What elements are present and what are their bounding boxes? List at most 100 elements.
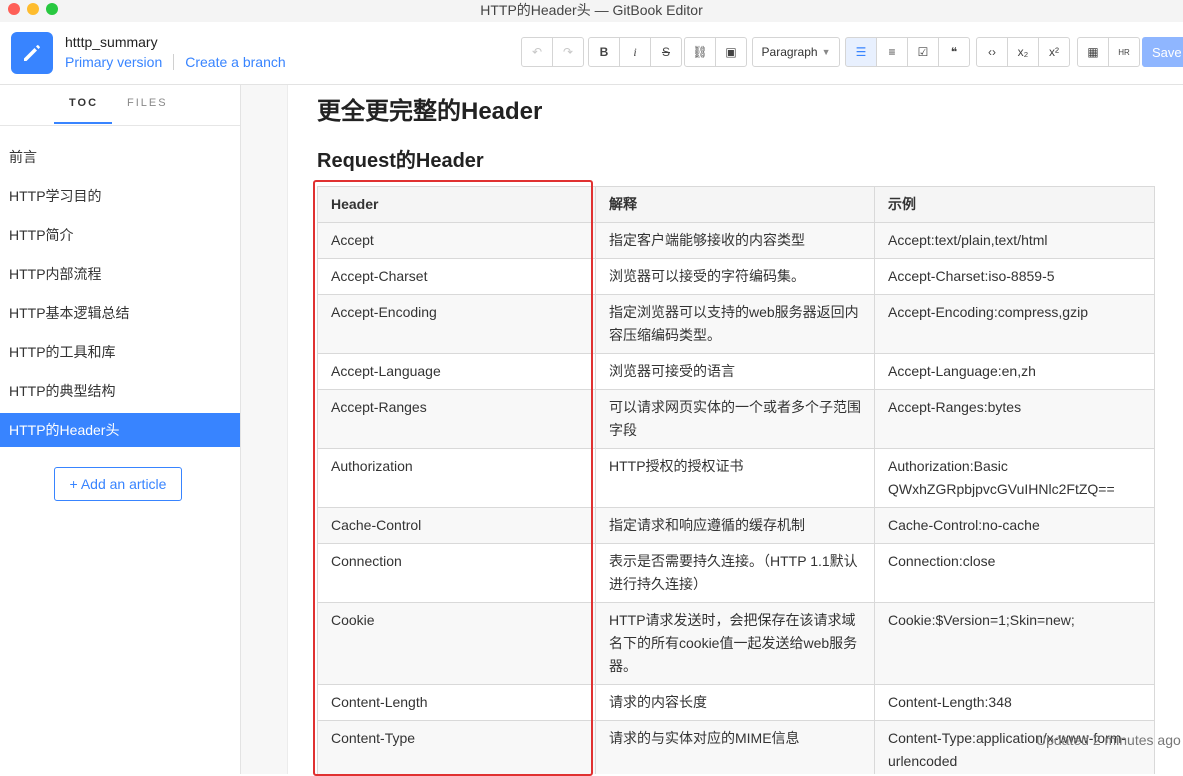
code-group: ‹› x₂ x² [976, 37, 1070, 67]
code-icon[interactable]: ‹› [976, 37, 1008, 67]
status-updated: Updated 2 minutes ago [1036, 732, 1181, 748]
table-header-cell[interactable]: Header [317, 186, 596, 223]
link-icon[interactable]: ⛓ [684, 37, 716, 67]
table-cell[interactable]: HTTP请求发送时，会把保存在该请求域名下的所有cookie值一起发送给web服… [595, 602, 875, 685]
table-cell[interactable]: 请求的内容长度 [595, 684, 875, 721]
toc-item-selected[interactable]: HTTP的Header头 [0, 413, 240, 447]
insert-group: ⛓ ▣ [684, 37, 747, 67]
table-cell[interactable]: 指定浏览器可以支持的web服务器返回内容压缩编码类型。 [595, 294, 875, 354]
table-cell[interactable]: Accept-Charset [317, 258, 596, 295]
table-row: Cookie HTTP请求发送时，会把保存在该请求域名下的所有cookie值一起发… [317, 602, 1155, 685]
table-cell[interactable]: Accept [317, 222, 596, 259]
table-row: Accept 指定客户端能够接收的内容类型 Accept:text/plain,te… [317, 222, 1155, 259]
table-row: Connection 表示是否需要持久连接。（HTTP 1.1默认进行持久连接） C… [317, 543, 1155, 603]
table-cell[interactable]: Content-Type [317, 720, 596, 774]
table-cell[interactable]: Content-Length:348 [874, 684, 1155, 721]
table-cell[interactable]: Cache-Control:no-cache [874, 507, 1155, 544]
tab-files[interactable]: FILES [127, 97, 168, 109]
table-cell[interactable]: Accept-Encoding:compress,gzip [874, 294, 1155, 354]
table-cell[interactable]: 请求的与实体对应的MIME信息 [595, 720, 875, 774]
minimize-window-button[interactable] [27, 3, 39, 15]
block-group: ☰ ≡ ☑ ❝ [845, 37, 970, 67]
undo-icon[interactable]: ↶ [521, 37, 553, 67]
close-window-button[interactable] [8, 3, 20, 15]
image-icon[interactable]: ▣ [715, 37, 747, 67]
table-cell[interactable]: Cookie:$Version=1;Skin=new; [874, 602, 1155, 685]
table-cell[interactable]: Connection:close [874, 543, 1155, 603]
maximize-window-button[interactable] [46, 3, 58, 15]
toc-item[interactable]: 前言 [0, 140, 240, 174]
save-button[interactable]: Save [1142, 37, 1183, 67]
table-cell[interactable]: 指定客户端能够接收的内容类型 [595, 222, 875, 259]
primary-version-link[interactable]: Primary version [65, 54, 162, 70]
version-links: Primary version Create a branch [65, 54, 286, 70]
table-icon[interactable]: ▦ [1077, 37, 1109, 67]
header-table: Header 解释 示例 Accept 指定客户端能够接收的内容类型 Accept:… [317, 186, 1155, 774]
table-cell[interactable]: Accept-Language:en,zh [874, 353, 1155, 390]
table-cell[interactable]: Accept:text/plain,text/html [874, 222, 1155, 259]
book-name: htttp_summary [65, 34, 158, 50]
table-row: Authorization HTTP授权的授权证书 Authorization:Ba… [317, 448, 1155, 508]
paragraph-select-label: Paragraph [761, 45, 818, 59]
paragraph-select[interactable]: Paragraph ▼ [752, 37, 840, 67]
chevron-down-icon: ▼ [821, 47, 831, 57]
task-list-icon[interactable]: ☑ [907, 37, 939, 67]
tab-toc[interactable]: TOC [69, 97, 98, 109]
table-group: ▦ HR [1077, 37, 1140, 67]
table-cell[interactable]: Accept-Ranges [317, 389, 596, 449]
quote-icon[interactable]: ❝ [938, 37, 970, 67]
editor-content[interactable]: 更全更完整的Header Request的Header Header 解释 示例… [288, 85, 1183, 774]
table-cell[interactable]: HTTP授权的授权证书 [595, 448, 875, 508]
table-row: Accept-Charset 浏览器可以接受的字符编码集。 Accept-Chars… [317, 258, 1155, 295]
sidebar: TOC FILES 前言 HTTP学习目的 HTTP简介 HTTP内部流程 HT… [0, 85, 241, 774]
table-cell[interactable]: Cookie [317, 602, 596, 685]
table-cell[interactable]: Accept-Language [317, 353, 596, 390]
toc-item[interactable]: HTTP的典型结构 [0, 374, 240, 408]
editor-header: htttp_summary Primary version Create a b… [0, 22, 1183, 85]
table-header-cell[interactable]: 解释 [595, 186, 875, 223]
section-heading: Request的Header [317, 150, 484, 172]
subscript-icon[interactable]: x₂ [1007, 37, 1039, 67]
format-group: B i S [588, 37, 682, 67]
table-cell[interactable]: 指定请求和响应遵循的缓存机制 [595, 507, 875, 544]
table-row: Accept-Language 浏览器可接受的语言 Accept-Language:… [317, 353, 1155, 390]
table-cell[interactable]: Authorization [317, 448, 596, 508]
toc-item[interactable]: HTTP学习目的 [0, 179, 240, 213]
tab-underline [54, 122, 112, 124]
table-row: Accept-Encoding 指定浏览器可以支持的web服务器返回内容压缩编码类… [317, 294, 1155, 354]
html-icon[interactable]: HR [1108, 37, 1140, 67]
divider [173, 54, 175, 70]
table-row: Accept-Ranges 可以请求网页实体的一个或者多个子范围字段 Accept-… [317, 389, 1155, 449]
create-branch-link[interactable]: Create a branch [185, 54, 285, 70]
window-titlebar: HTTP的Header头 — GitBook Editor [0, 0, 1183, 22]
table-cell[interactable]: Content-Length [317, 684, 596, 721]
bullet-list-icon[interactable]: ☰ [845, 37, 877, 67]
bold-icon[interactable]: B [588, 37, 620, 67]
table-cell[interactable]: Accept-Ranges:bytes [874, 389, 1155, 449]
page-heading: 更全更完整的Header [317, 98, 543, 125]
table-cell[interactable]: Connection [317, 543, 596, 603]
redo-icon[interactable]: ↷ [552, 37, 584, 67]
toc-item[interactable]: HTTP内部流程 [0, 257, 240, 291]
window-title: HTTP的Header头 — GitBook Editor [480, 2, 703, 18]
edit-logo-icon[interactable] [11, 32, 53, 74]
table-cell[interactable]: 浏览器可以接受的字符编码集。 [595, 258, 875, 295]
toc-item[interactable]: HTTP简介 [0, 218, 240, 252]
superscript-icon[interactable]: x² [1038, 37, 1070, 67]
history-group: ↶ ↷ [521, 37, 584, 67]
add-article-button[interactable]: + Add an article [54, 467, 182, 501]
table-header-cell[interactable]: 示例 [874, 186, 1155, 223]
table-cell[interactable]: Cache-Control [317, 507, 596, 544]
toc-item[interactable]: HTTP的工具和库 [0, 335, 240, 369]
table-row: Cache-Control 指定请求和响应遵循的缓存机制 Cache-Control… [317, 507, 1155, 544]
table-cell[interactable]: Accept-Charset:iso-8859-5 [874, 258, 1155, 295]
table-cell[interactable]: Accept-Encoding [317, 294, 596, 354]
toc-item[interactable]: HTTP基本逻辑总结 [0, 296, 240, 330]
table-cell[interactable]: 表示是否需要持久连接。（HTTP 1.1默认进行持久连接） [595, 543, 875, 603]
table-cell[interactable]: Authorization:Basic QWxhZGRpbjpvcGVuIHNl… [874, 448, 1155, 508]
table-cell[interactable]: 可以请求网页实体的一个或者多个子范围字段 [595, 389, 875, 449]
table-cell[interactable]: 浏览器可接受的语言 [595, 353, 875, 390]
strikethrough-icon[interactable]: S [650, 37, 682, 67]
numbered-list-icon[interactable]: ≡ [876, 37, 908, 67]
italic-icon[interactable]: i [619, 37, 651, 67]
